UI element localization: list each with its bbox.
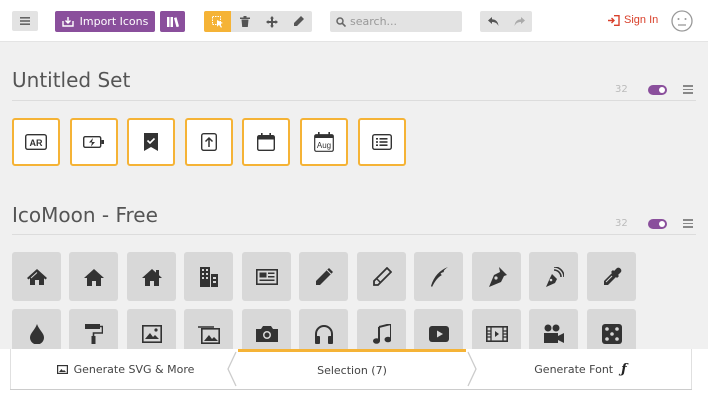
import-icon bbox=[61, 16, 74, 27]
top-toolbar: Import Icons Sign In bbox=[0, 0, 708, 42]
selected-icon-tile[interactable]: AR bbox=[12, 118, 60, 166]
icon-tile[interactable] bbox=[587, 252, 636, 301]
redo-icon bbox=[514, 17, 525, 26]
edit-tool[interactable] bbox=[285, 11, 312, 32]
hamburger-icon bbox=[20, 17, 30, 25]
calendar-aug-icon: Aug bbox=[314, 132, 334, 152]
icon-tile[interactable] bbox=[414, 252, 463, 301]
icon-tile[interactable] bbox=[127, 252, 176, 301]
user-avatar-icon[interactable] bbox=[671, 10, 693, 32]
set-icon-size: 32 bbox=[615, 84, 628, 95]
blog-icon bbox=[545, 266, 564, 287]
selected-icon-tile[interactable] bbox=[70, 118, 118, 166]
select-tool[interactable] bbox=[204, 11, 231, 32]
main-menu-button[interactable] bbox=[12, 11, 38, 31]
eyedropper-icon bbox=[603, 267, 621, 285]
delete-tool[interactable] bbox=[231, 11, 258, 32]
search-input[interactable] bbox=[350, 15, 458, 28]
home3-icon bbox=[141, 268, 162, 286]
icon-tile[interactable] bbox=[529, 252, 578, 301]
icon-tile[interactable] bbox=[299, 252, 348, 301]
set-toggle[interactable] bbox=[648, 85, 667, 95]
dice-icon bbox=[601, 323, 622, 344]
font-icon: ƒ bbox=[621, 361, 627, 377]
set-title[interactable]: IcoMoon - Free bbox=[12, 203, 158, 227]
trash-icon bbox=[239, 16, 250, 27]
selected-icon-tile[interactable] bbox=[358, 118, 406, 166]
move-tool[interactable] bbox=[258, 11, 285, 32]
music-icon bbox=[372, 323, 391, 344]
set-menu-button[interactable] bbox=[683, 85, 693, 96]
set-toggle[interactable] bbox=[648, 219, 667, 229]
pen-icon bbox=[488, 266, 507, 287]
image-icon bbox=[56, 364, 68, 374]
set-divider bbox=[12, 100, 696, 101]
icon-tile[interactable] bbox=[184, 252, 233, 301]
headphones-icon bbox=[314, 324, 333, 344]
select-cursor-icon bbox=[211, 15, 223, 28]
battery-charging-icon bbox=[83, 136, 104, 148]
selection-label: Selection (7) bbox=[317, 364, 387, 377]
tool-group bbox=[204, 11, 312, 32]
sign-in-icon bbox=[608, 14, 620, 26]
undo-icon bbox=[487, 17, 498, 26]
redo-button[interactable] bbox=[506, 11, 532, 32]
bottom-action-bar: Generate SVG & More Selection (7) Genera… bbox=[0, 349, 708, 397]
icon-tile[interactable] bbox=[242, 252, 291, 301]
quill-icon bbox=[430, 266, 448, 287]
droplet-icon bbox=[29, 323, 44, 344]
pencil-icon bbox=[294, 16, 304, 26]
upload-box-icon bbox=[201, 133, 217, 151]
set-icon-size: 32 bbox=[615, 218, 628, 229]
pencil-icon bbox=[315, 267, 333, 285]
set-divider bbox=[12, 234, 696, 235]
search-box bbox=[330, 11, 462, 32]
calendar-blank-icon bbox=[257, 133, 275, 151]
home-icon bbox=[26, 268, 47, 285]
bottom-divider bbox=[10, 389, 692, 390]
generate-font-label: Generate Font bbox=[534, 362, 614, 376]
generate-svg-button[interactable]: Generate SVG & More bbox=[10, 349, 240, 389]
undo-redo-group bbox=[480, 11, 532, 32]
search-icon bbox=[336, 16, 346, 27]
paint-format-icon bbox=[84, 323, 103, 344]
chevron-left-icon bbox=[227, 351, 237, 387]
images-icon bbox=[197, 325, 220, 344]
move-arrows-icon bbox=[265, 15, 278, 28]
ar-icon-text: AR bbox=[30, 138, 43, 148]
selected-icon-tile[interactable] bbox=[185, 118, 233, 166]
selection-tab[interactable]: Selection (7) bbox=[238, 349, 466, 389]
image-icon bbox=[141, 324, 162, 343]
sign-in-label: Sign In bbox=[624, 14, 659, 26]
library-icon bbox=[166, 16, 179, 27]
icon-library-button[interactable] bbox=[160, 11, 185, 32]
import-icons-label: Import Icons bbox=[79, 15, 149, 28]
icon-tile[interactable] bbox=[357, 252, 406, 301]
import-icons-button[interactable]: Import Icons bbox=[55, 11, 155, 32]
calendar-aug-text: Aug bbox=[317, 141, 331, 150]
sign-in-link[interactable]: Sign In bbox=[608, 14, 658, 26]
video-camera-icon bbox=[543, 324, 564, 343]
office-icon bbox=[199, 266, 218, 287]
icon-tile[interactable] bbox=[69, 252, 118, 301]
list-box-icon bbox=[372, 134, 392, 150]
film-icon bbox=[485, 325, 508, 342]
camera-icon bbox=[255, 325, 278, 342]
icon-tile[interactable] bbox=[472, 252, 521, 301]
undo-button[interactable] bbox=[480, 11, 506, 32]
generate-font-button[interactable]: Generate Font ƒ bbox=[470, 349, 692, 389]
newspaper-icon bbox=[255, 268, 278, 285]
selected-icon-tile[interactable] bbox=[242, 118, 290, 166]
ar-icon: AR bbox=[25, 134, 47, 150]
selected-icon-tile[interactable]: Aug bbox=[300, 118, 348, 166]
bookmark-check-icon bbox=[144, 133, 158, 151]
set-title[interactable]: Untitled Set bbox=[12, 68, 130, 92]
generate-svg-label: Generate SVG & More bbox=[73, 362, 195, 376]
play-icon bbox=[428, 325, 449, 342]
pencil2-icon bbox=[372, 266, 392, 286]
selected-icon-tile[interactable] bbox=[127, 118, 175, 166]
set-menu-button[interactable] bbox=[683, 219, 693, 230]
icon-tile[interactable] bbox=[12, 252, 61, 301]
home2-icon bbox=[83, 268, 104, 286]
